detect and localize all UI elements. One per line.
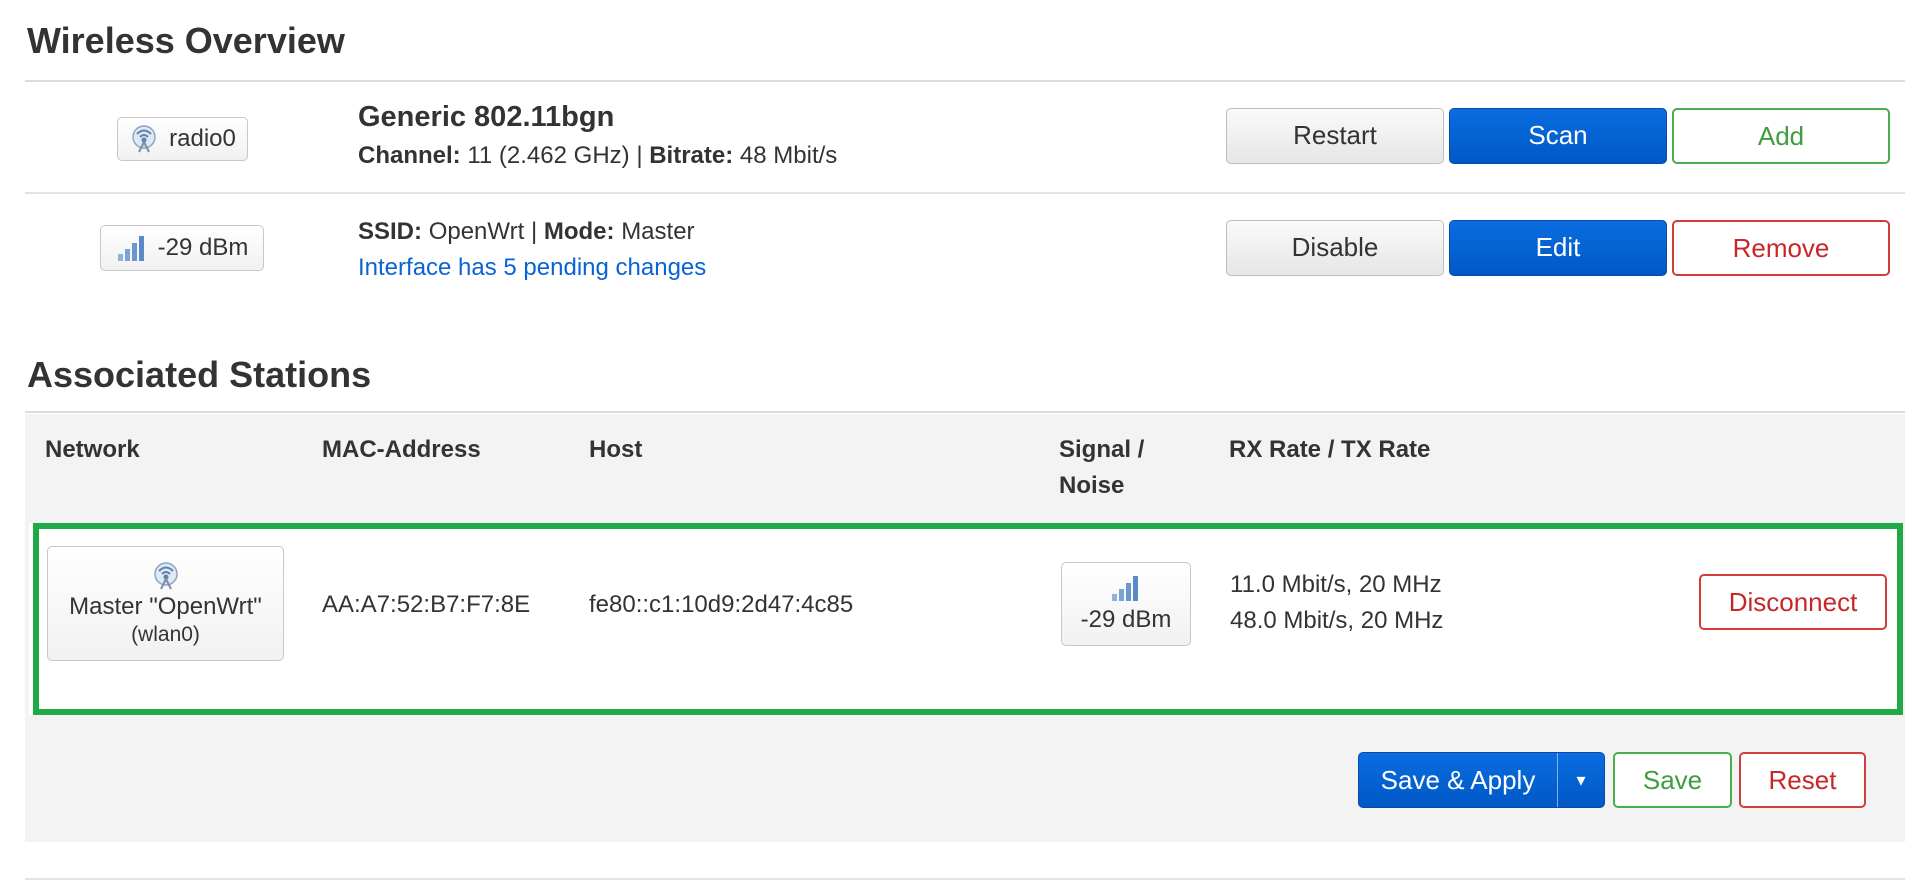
column-header-signal: Signal / Noise xyxy=(1059,432,1144,504)
bitrate-value: 48 Mbit/s xyxy=(739,142,838,169)
save-apply-dropdown-icon[interactable]: ▾ xyxy=(1557,753,1604,807)
reset-button[interactable]: Reset xyxy=(1739,752,1866,808)
pending-changes-link[interactable]: Interface has 5 pending changes xyxy=(358,254,706,282)
disable-button[interactable]: Disable xyxy=(1226,220,1444,276)
divider xyxy=(25,411,1905,413)
divider xyxy=(25,878,1905,880)
save-button[interactable]: Save xyxy=(1613,752,1732,808)
wireless-overview-title: Wireless Overview xyxy=(27,20,345,61)
separator: | xyxy=(636,142,643,169)
add-button[interactable]: Add xyxy=(1672,108,1890,164)
bitrate-label: Bitrate: xyxy=(649,142,734,169)
save-apply-button[interactable]: Save & Apply xyxy=(1359,753,1557,807)
mode-value: Master xyxy=(621,218,695,245)
column-header-signal-line1: Signal / xyxy=(1059,436,1145,463)
edit-button[interactable]: Edit xyxy=(1449,220,1667,276)
device-name: Generic 802.11bgn xyxy=(358,101,615,133)
signal-badge-label: -29 dBm xyxy=(157,234,249,261)
channel-label: Channel: xyxy=(358,142,461,169)
divider xyxy=(25,80,1905,82)
column-header-network: Network xyxy=(45,436,140,463)
separator: | xyxy=(530,218,538,245)
ssid-value: OpenWrt xyxy=(428,218,525,245)
scan-button[interactable]: Scan xyxy=(1449,108,1667,164)
restart-button[interactable]: Restart xyxy=(1226,108,1444,164)
associated-stations-title: Associated Stations xyxy=(27,354,372,395)
channel-value: 11 (2.462 GHz) xyxy=(467,142,630,169)
remove-button[interactable]: Remove xyxy=(1672,220,1890,276)
save-apply-split-button: Save & Apply ▾ xyxy=(1358,752,1605,808)
signal-badge: -29 dBm xyxy=(100,225,264,271)
radio-details: Channel: 11 (2.462 GHz) | Bitrate: 48 Mb… xyxy=(358,142,837,170)
mode-label: Mode: xyxy=(543,218,615,245)
signal-strength-icon xyxy=(116,234,148,262)
column-header-host: Host xyxy=(589,436,643,463)
interface-details: SSID: OpenWrt | Mode: Master xyxy=(358,218,695,246)
radio-badge[interactable]: radio0 xyxy=(117,117,248,161)
row-highlight xyxy=(33,523,1903,715)
column-header-mac: MAC-Address xyxy=(322,436,481,463)
column-header-rates: RX Rate / TX Rate xyxy=(1229,436,1431,463)
divider xyxy=(25,192,1905,194)
radio-badge-label: radio0 xyxy=(169,125,236,152)
ssid-label: SSID: xyxy=(358,218,423,245)
column-header-signal-line2: Noise xyxy=(1059,472,1125,499)
wifi-radio-icon xyxy=(129,124,159,154)
